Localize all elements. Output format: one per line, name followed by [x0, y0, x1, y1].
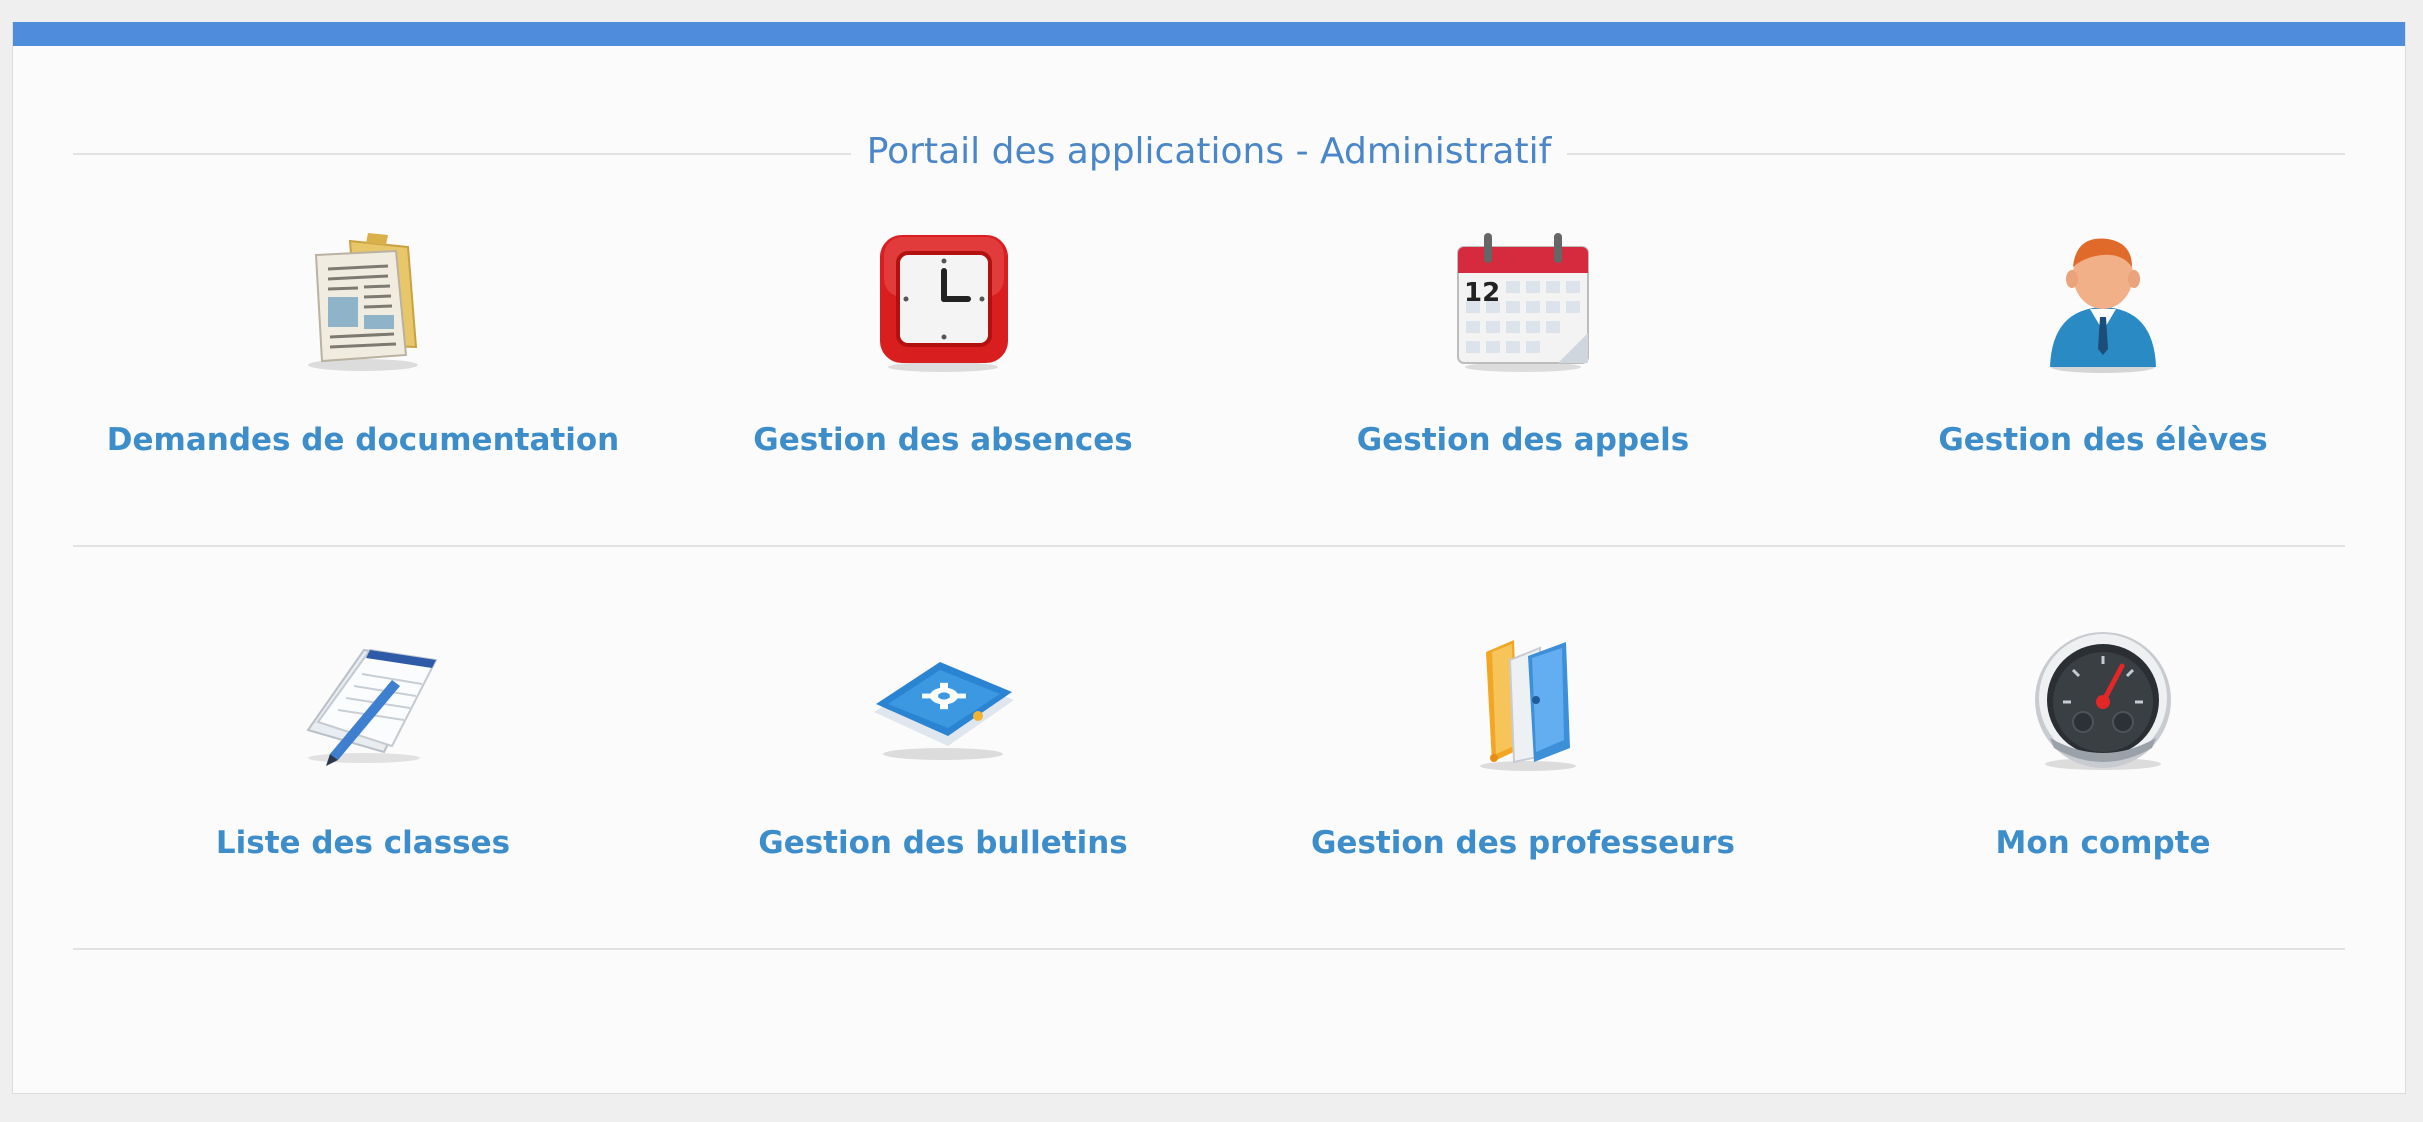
dashboard-gauge-icon — [2028, 630, 2178, 780]
app-label[interactable]: Gestion des absences — [653, 422, 1233, 458]
row-divider — [73, 948, 2345, 950]
title-divider-right — [1567, 153, 2345, 155]
app-gestion-appels[interactable]: 12 Gestion des appels — [1233, 227, 1813, 458]
app-mon-compte[interactable]: Mon compte — [1813, 630, 2393, 861]
app-gestion-bulletins[interactable]: Gestion des bulletins — [653, 630, 1233, 861]
page-title: Portail des applications - Administratif — [866, 131, 1552, 172]
app-label[interactable]: Gestion des appels — [1233, 422, 1813, 458]
settings-panel-icon — [868, 630, 1018, 780]
app-gestion-eleves[interactable]: Gestion des élèves — [1813, 227, 2393, 458]
app-row-2: Liste des classes Gestion des bulletins … — [73, 630, 2345, 861]
documents-icon — [288, 227, 438, 377]
app-label[interactable]: Demandes de documentation — [73, 422, 653, 458]
app-gestion-absences[interactable]: Gestion des absences — [653, 227, 1233, 458]
app-label[interactable]: Liste des classes — [73, 825, 653, 861]
student-icon — [2028, 227, 2178, 377]
app-label[interactable]: Gestion des élèves — [1813, 422, 2393, 458]
app-gestion-professeurs[interactable]: Gestion des professeurs — [1233, 630, 1813, 861]
portal-panel: Portail des applications - Administratif — [12, 22, 2406, 1094]
app-liste-classes[interactable]: Liste des classes — [73, 630, 653, 861]
app-demandes-documentation[interactable]: Demandes de documentation — [73, 227, 653, 458]
app-row-1: Demandes de documentation Gestion des ab… — [73, 227, 2345, 458]
app-label[interactable]: Gestion des bulletins — [653, 825, 1233, 861]
calendar-icon: 12 — [1448, 227, 1598, 377]
notepad-icon — [288, 630, 438, 780]
row-divider — [73, 545, 2345, 547]
portal-header: Portail des applications - Administratif — [73, 125, 2345, 185]
app-label[interactable]: Mon compte — [1813, 825, 2393, 861]
clock-icon — [868, 227, 1018, 377]
header-bar — [13, 22, 2405, 46]
folders-icon — [1448, 630, 1598, 780]
app-label[interactable]: Gestion des professeurs — [1233, 825, 1813, 861]
